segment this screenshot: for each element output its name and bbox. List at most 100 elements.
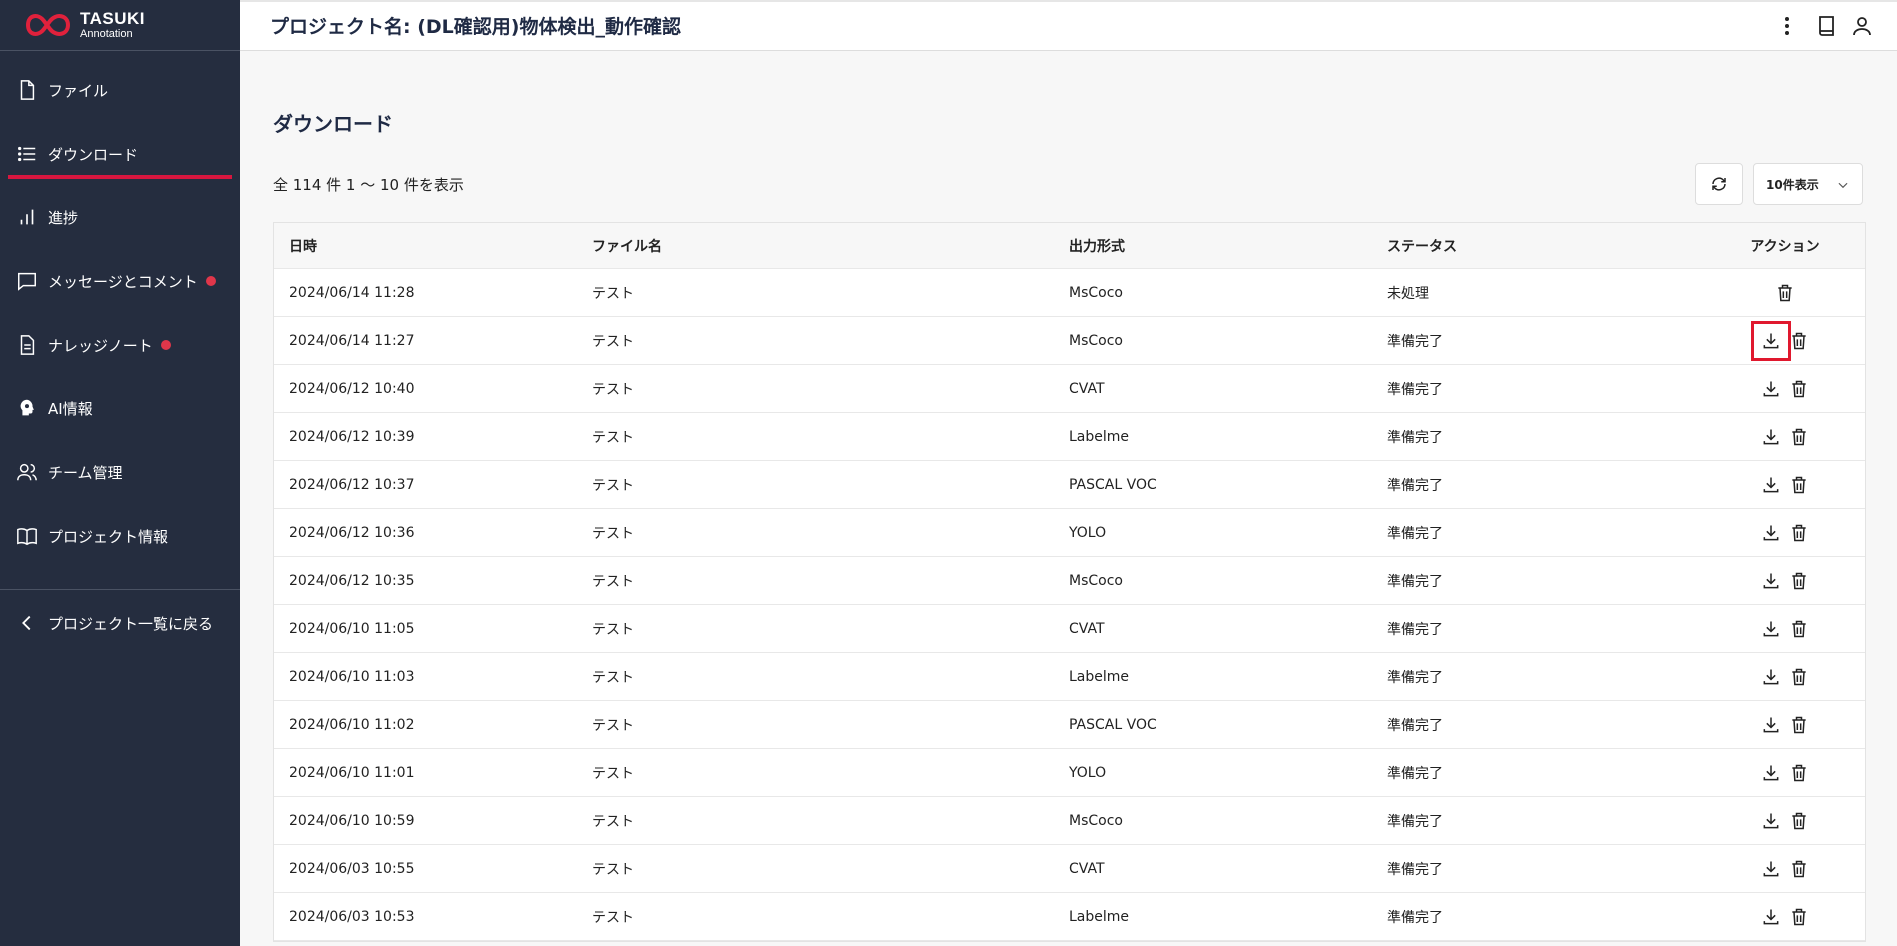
sidebar-item-messages[interactable]: メッセージとコメント: [0, 261, 240, 301]
download-icon[interactable]: [1759, 809, 1783, 833]
sidebar-item-label: メッセージとコメント: [48, 272, 198, 291]
tasuki-logo-icon: [25, 14, 71, 36]
sidebar-item-label: ナレッジノート: [48, 336, 153, 355]
column-header-status[interactable]: ステータス: [1387, 236, 1705, 256]
cell-filename: テスト: [592, 621, 634, 638]
trash-icon[interactable]: [1787, 905, 1811, 929]
cell-status: 未処理: [1387, 285, 1429, 302]
user-account-icon[interactable]: [1850, 14, 1874, 38]
cell-date: 2024/06/12 10:35: [289, 572, 415, 589]
cell-date: 2024/06/03 10:53: [289, 908, 415, 925]
cell-date: 2024/06/10 11:01: [289, 764, 415, 781]
download-icon[interactable]: [1759, 425, 1783, 449]
cell-format: CVAT: [1069, 620, 1105, 637]
back-to-projects-link[interactable]: プロジェクト一覧に戻る: [0, 603, 240, 643]
chevron-left-icon: [22, 615, 31, 631]
more-vertical-icon[interactable]: [1775, 14, 1799, 38]
download-icon[interactable]: [1759, 905, 1783, 929]
per-page-select[interactable]: 10件表示: [1753, 163, 1863, 205]
cell-date: 2024/06/12 10:36: [289, 524, 415, 541]
trash-icon[interactable]: [1787, 473, 1811, 497]
cell-format: MsCoco: [1069, 572, 1123, 589]
brand-name: TASUKI: [80, 9, 146, 28]
trash-icon[interactable]: [1787, 713, 1811, 737]
trash-icon[interactable]: [1787, 521, 1811, 545]
sidebar-item-label: プロジェクト情報: [48, 527, 169, 546]
column-header-date[interactable]: 日時: [274, 236, 592, 256]
cell-actions: [1705, 617, 1865, 641]
sidebar-item-project-info[interactable]: プロジェクト情報: [0, 516, 240, 556]
download-icon[interactable]: [1759, 377, 1783, 401]
trash-icon[interactable]: [1787, 761, 1811, 785]
cell-date: 2024/06/12 10:39: [289, 428, 415, 445]
cell-actions: [1705, 281, 1865, 305]
refresh-button[interactable]: [1695, 163, 1743, 205]
table-row: 2024/06/12 10:40 テスト CVAT 準備完了: [274, 365, 1865, 413]
cell-actions: [1705, 377, 1865, 401]
trash-icon[interactable]: [1787, 329, 1811, 353]
manual-book-icon[interactable]: [1815, 14, 1839, 38]
cell-date: 2024/06/10 11:02: [289, 716, 415, 733]
table-row: 2024/06/10 11:05 テスト CVAT 準備完了: [274, 605, 1865, 653]
downloads-table: 日時 ファイル名 出力形式 ステータス アクション 2024/06/14 11:…: [273, 222, 1866, 942]
sidebar-item-team[interactable]: チーム管理: [0, 452, 240, 492]
download-icon[interactable]: [1759, 857, 1783, 881]
cell-status: 準備完了: [1387, 813, 1443, 830]
sidebar-item-knowledge[interactable]: ナレッジノート: [0, 325, 240, 365]
sidebar-item-files[interactable]: ファイル: [0, 70, 240, 110]
column-header-format[interactable]: 出力形式: [1069, 236, 1387, 256]
project-title: プロジェクト名: (DL確認用)物体検出_動作確認: [270, 16, 681, 38]
download-icon[interactable]: [1759, 569, 1783, 593]
table-row: 2024/06/10 11:02 テスト PASCAL VOC 準備完了: [274, 701, 1865, 749]
sidebar: TASUKI Annotation ファイル ダウンロード 進捗 メッセージとコ…: [0, 0, 240, 946]
download-icon[interactable]: [1751, 320, 1791, 361]
cell-actions: [1705, 473, 1865, 497]
download-icon[interactable]: [1759, 713, 1783, 737]
trash-icon[interactable]: [1787, 665, 1811, 689]
cell-status: 準備完了: [1387, 765, 1443, 782]
cell-filename: テスト: [592, 813, 634, 830]
sidebar-item-progress[interactable]: 進捗: [0, 197, 240, 237]
cell-format: CVAT: [1069, 380, 1105, 397]
trash-icon[interactable]: [1787, 425, 1811, 449]
column-header-filename[interactable]: ファイル名: [592, 236, 1069, 256]
download-icon[interactable]: [1759, 665, 1783, 689]
ai-head-icon: [20, 399, 34, 416]
cell-filename: テスト: [592, 765, 634, 782]
download-icon[interactable]: [1759, 761, 1783, 785]
cell-filename: テスト: [592, 717, 634, 734]
trash-icon[interactable]: [1787, 377, 1811, 401]
cell-actions: [1705, 569, 1865, 593]
sidebar-item-download[interactable]: ダウンロード: [0, 134, 240, 174]
message-icon: [18, 272, 36, 291]
download-icon[interactable]: [1759, 617, 1783, 641]
cell-status: 準備完了: [1387, 621, 1443, 638]
cell-actions: [1705, 665, 1865, 689]
trash-icon[interactable]: [1773, 281, 1797, 305]
trash-icon[interactable]: [1787, 617, 1811, 641]
cell-status: 準備完了: [1387, 717, 1443, 734]
cell-actions: [1705, 761, 1865, 785]
cell-format: YOLO: [1069, 764, 1107, 781]
trash-icon[interactable]: [1787, 857, 1811, 881]
users-icon: [17, 463, 37, 481]
top-bar: プロジェクト名: (DL確認用)物体検出_動作確認: [240, 0, 1897, 51]
table-header: 日時 ファイル名 出力形式 ステータス アクション: [274, 223, 1865, 269]
sidebar-item-label: ダウンロード: [48, 145, 139, 164]
table-row: 2024/06/10 10:59 テスト MsCoco 準備完了: [274, 797, 1865, 845]
download-icon[interactable]: [1759, 521, 1783, 545]
cell-filename: テスト: [592, 477, 634, 494]
table-body: 2024/06/14 11:28 テスト MsCoco 未処理 2024/06/14 1…: [274, 269, 1865, 941]
table-row: 2024/06/03 10:55 テスト CVAT 準備完了: [274, 845, 1865, 893]
cell-actions: [1705, 809, 1865, 833]
download-icon[interactable]: [1759, 473, 1783, 497]
brand-logo[interactable]: TASUKI Annotation: [0, 0, 240, 51]
trash-icon[interactable]: [1787, 569, 1811, 593]
cell-filename: テスト: [592, 381, 634, 398]
book-icon: [17, 528, 37, 546]
cell-actions: [1705, 320, 1865, 361]
table-row: 2024/06/10 11:01 テスト YOLO 準備完了: [274, 749, 1865, 797]
trash-icon[interactable]: [1787, 809, 1811, 833]
refresh-icon: [1712, 177, 1726, 191]
sidebar-item-ai-info[interactable]: AI情報: [0, 388, 240, 428]
